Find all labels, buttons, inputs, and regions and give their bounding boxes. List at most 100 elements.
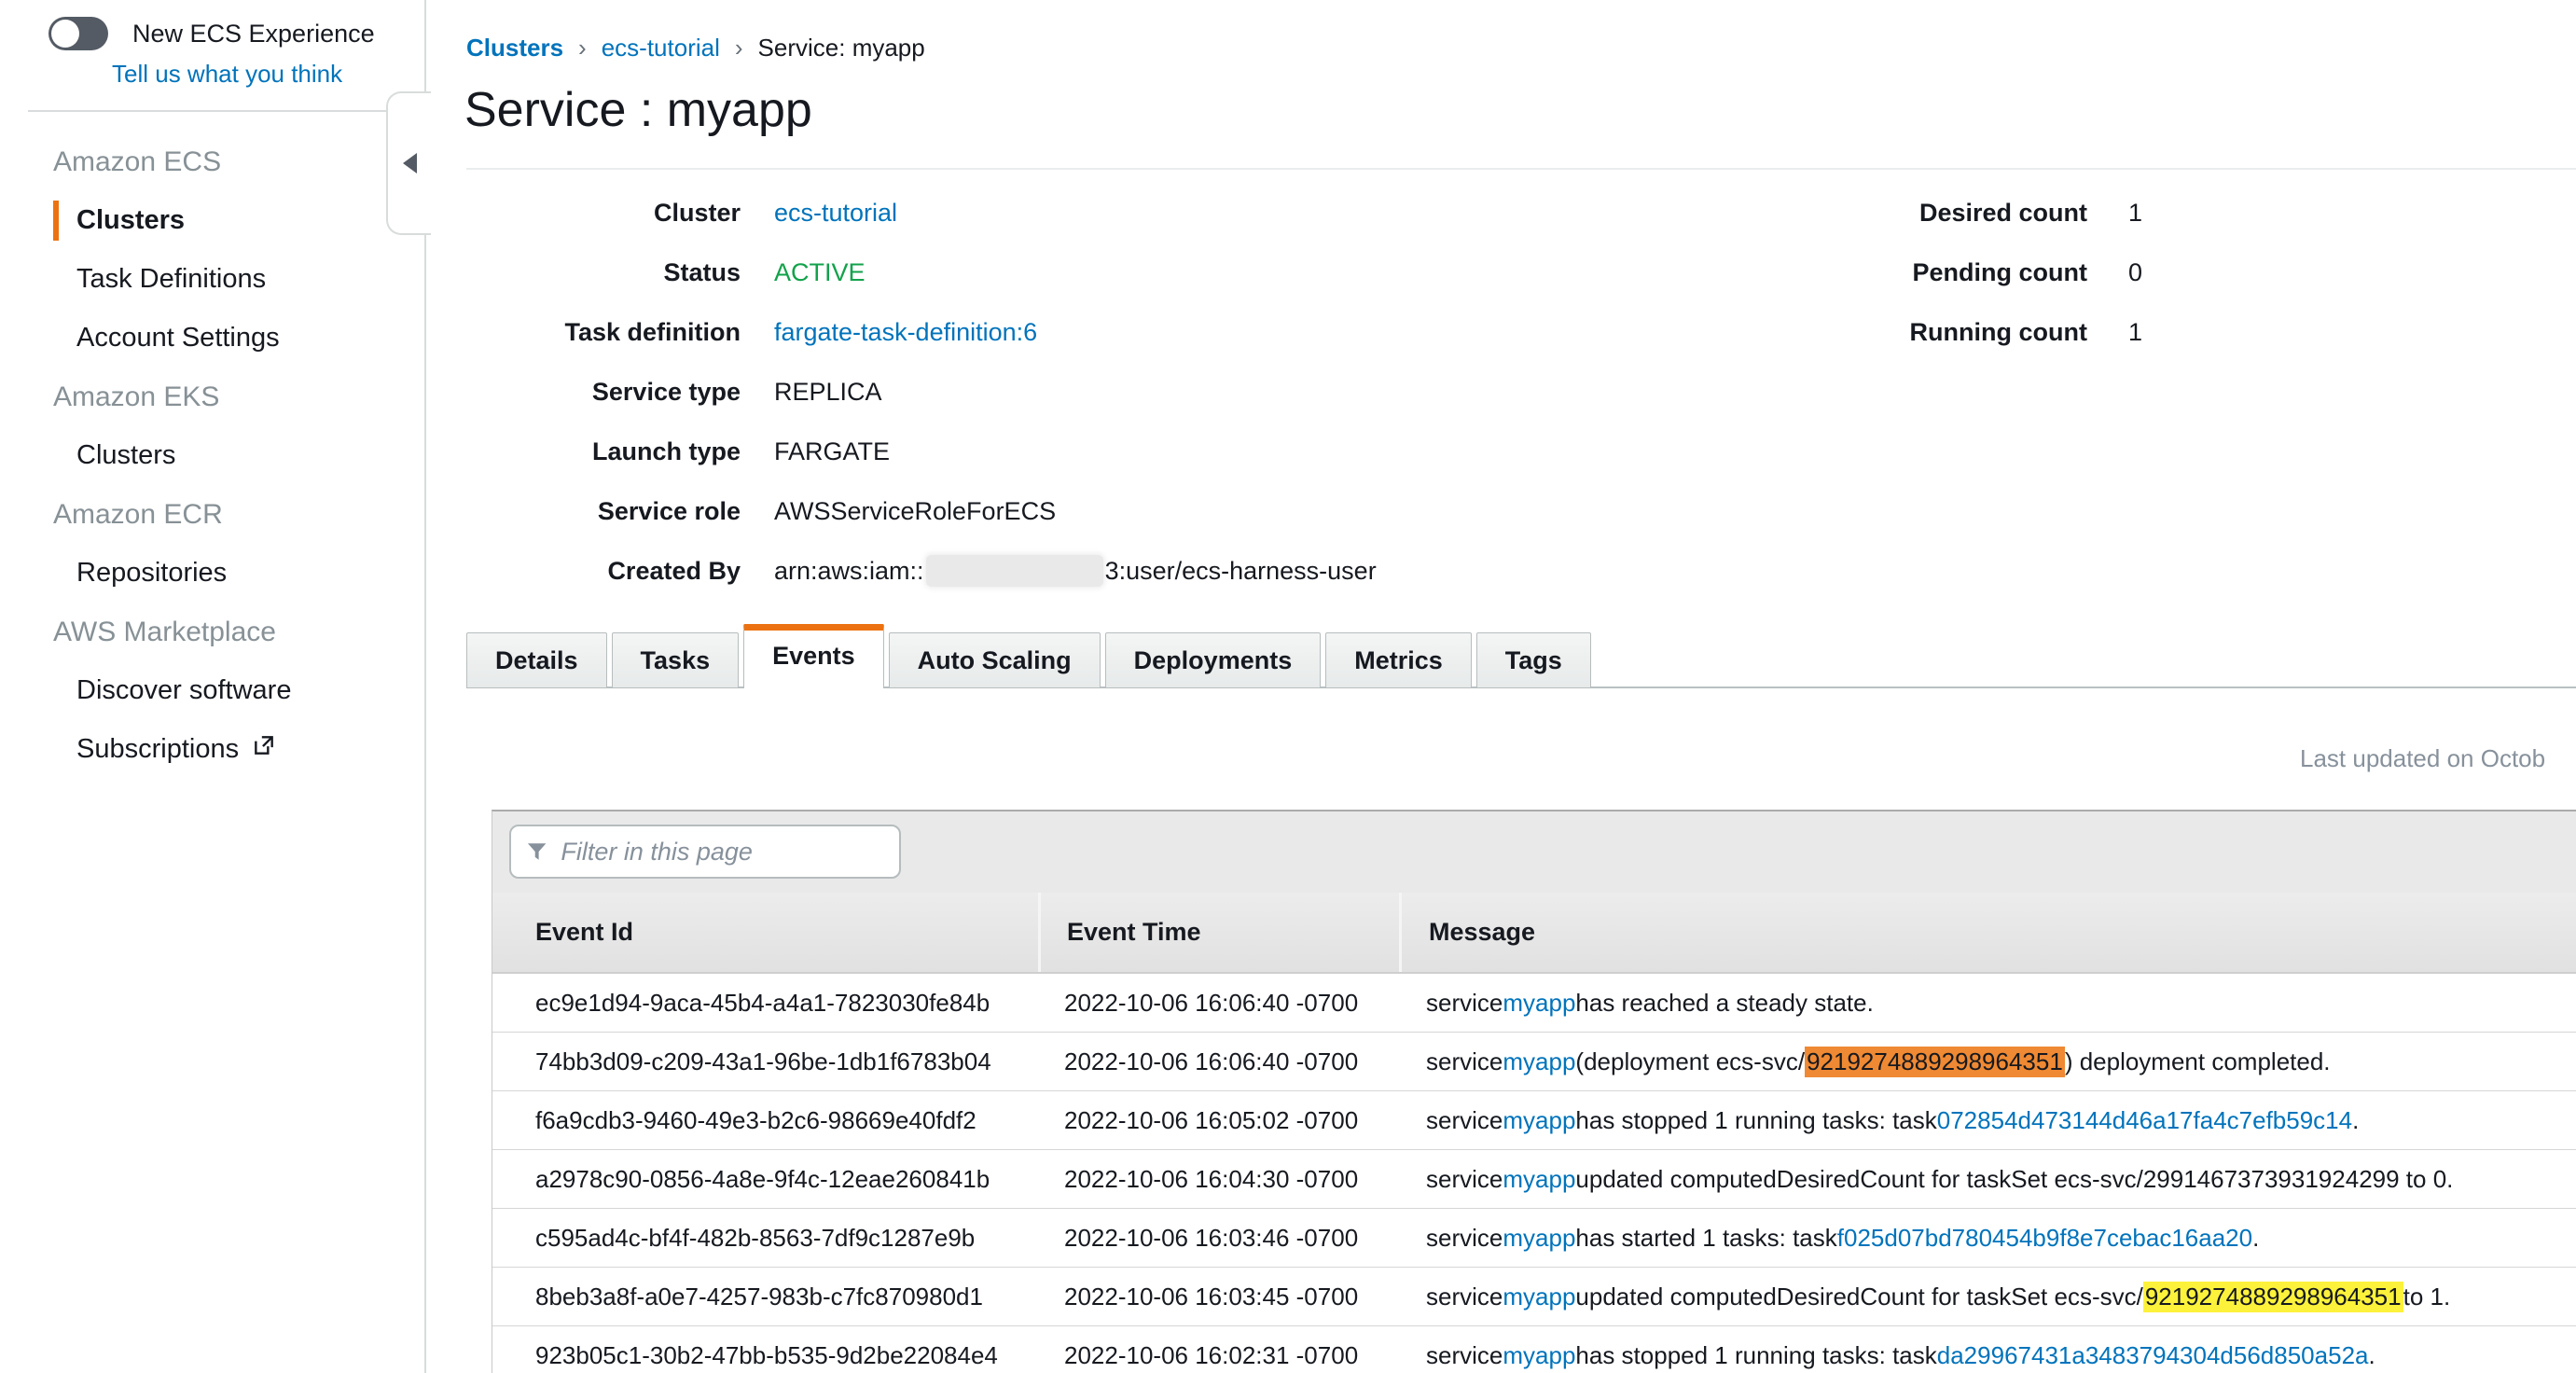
event-id-cell: f6a9cdb3-9460-49e3-b2c6-98669e40fdf2: [492, 1091, 1038, 1149]
sidebar-item-discover-software[interactable]: Discover software: [0, 661, 422, 720]
feedback-link[interactable]: Tell us what you think: [112, 60, 342, 89]
message-link[interactable]: myapp: [1503, 989, 1575, 1018]
message-text: service: [1426, 1165, 1503, 1194]
event-time-cell: 2022-10-06 16:06:40 -0700: [1038, 974, 1399, 1032]
tab-deployments[interactable]: Deployments: [1105, 632, 1322, 688]
new-ecs-experience-label: New ECS Experience: [132, 20, 375, 49]
message-cell: service myapp updated computedDesiredCou…: [1399, 1150, 2576, 1208]
count-label: Desired count: [1828, 199, 2087, 228]
tab-events[interactable]: Events: [743, 624, 884, 688]
sidebar-item-task-definitions[interactable]: Task Definitions: [0, 250, 422, 309]
message-text: .: [2352, 1106, 2359, 1135]
detail-row-launch-type: Launch typeFARGATE: [466, 422, 1377, 481]
new-ecs-experience-toggle[interactable]: [48, 17, 108, 50]
message-cell: service myapp has stopped 1 running task…: [1399, 1091, 2576, 1149]
event-id-cell: c595ad4c-bf4f-482b-8563-7df9c1287e9b: [492, 1209, 1038, 1267]
detail-text: FARGATE: [774, 437, 890, 466]
event-id-cell: 923b05c1-30b2-47bb-b535-9d2be22084e4: [492, 1326, 1038, 1373]
detail-value-status: ACTIVE: [774, 258, 866, 287]
event-row: 923b05c1-30b2-47bb-b535-9d2be22084e42022…: [492, 1326, 2576, 1373]
sidebar: New ECS Experience Tell us what you thin…: [0, 0, 426, 1373]
message-link[interactable]: f025d07bd780454b9f8e7cebac16aa20: [1837, 1224, 2252, 1253]
event-row: c595ad4c-bf4f-482b-8563-7df9c1287e9b2022…: [492, 1209, 2576, 1268]
detail-value-task-definition: fargate-task-definition:6: [774, 318, 1037, 347]
title-divider: [466, 168, 2576, 170]
message-text: has stopped 1 running tasks: task: [1575, 1341, 1936, 1370]
message-link[interactable]: myapp: [1503, 1106, 1575, 1135]
message-link[interactable]: da29967431a3483794304d56d850a52a: [1937, 1341, 2369, 1370]
tab-tasks[interactable]: Tasks: [612, 632, 740, 688]
breadcrumb-current-service-myapp: Service: myapp: [758, 34, 925, 62]
breadcrumb: Clusters›ecs-tutorial›Service: myapp: [466, 34, 925, 62]
message-text: .: [2252, 1224, 2259, 1253]
message-text: service: [1426, 1106, 1503, 1135]
breadcrumb-link-ecs-tutorial[interactable]: ecs-tutorial: [602, 34, 720, 62]
events-table-header: Event IdEvent TimeMessage: [492, 893, 2576, 974]
event-time-cell: 2022-10-06 16:02:31 -0700: [1038, 1326, 1399, 1373]
sidebar-collapse-button[interactable]: [386, 91, 431, 235]
event-id-cell: 74bb3d09-c209-43a1-96be-1db1f6783b04: [492, 1033, 1038, 1090]
detail-row-status: StatusACTIVE: [466, 243, 1377, 302]
message-link[interactable]: myapp: [1503, 1224, 1575, 1253]
active-item-bar: [53, 201, 59, 241]
count-value: 0: [2128, 258, 2142, 287]
sidebar-section-amazon-ecs: Amazon ECS: [0, 132, 422, 191]
count-row-running-count: Running count1: [1828, 302, 2142, 362]
tab-metrics[interactable]: Metrics: [1325, 632, 1472, 688]
ecs-console-screen: New ECS Experience Tell us what you thin…: [0, 0, 2576, 1373]
sidebar-item-repositories[interactable]: Repositories: [0, 544, 422, 603]
sidebar-divider: [28, 110, 392, 112]
sidebar-item-clusters[interactable]: Clusters: [0, 191, 422, 250]
count-row-pending-count: Pending count 0: [1828, 243, 2142, 302]
event-row: ec9e1d94-9aca-45b4-a4a1-7823030fe84b2022…: [492, 974, 2576, 1033]
message-text: (deployment ecs-svc/: [1575, 1047, 1805, 1076]
detail-value-service-type: REPLICA: [774, 378, 882, 407]
message-text: to 1.: [2403, 1283, 2451, 1311]
count-label: Pending count: [1828, 258, 2087, 287]
message-link[interactable]: myapp: [1503, 1047, 1575, 1076]
tab-details[interactable]: Details: [466, 632, 607, 688]
filter-box[interactable]: [509, 825, 901, 879]
message-text: service: [1426, 1283, 1503, 1311]
event-time-cell: 2022-10-06 16:03:45 -0700: [1038, 1268, 1399, 1325]
breadcrumb-link-clusters[interactable]: Clusters: [466, 34, 563, 62]
detail-label: Service role: [466, 497, 741, 526]
events-panel: Event IdEvent TimeMessage ec9e1d94-9aca-…: [492, 810, 2576, 1373]
message-text: has reached a steady state.: [1575, 989, 1873, 1018]
count-label: Running count: [1828, 318, 2087, 347]
message-text: .: [2368, 1341, 2375, 1370]
message-text: service: [1426, 1341, 1503, 1370]
service-counts: Desired count 1 Pending count 0 Running coun…: [1828, 183, 2142, 362]
sidebar-item-label: Clusters: [76, 426, 175, 485]
sidebar-item-clusters[interactable]: Clusters: [0, 426, 422, 485]
message-link[interactable]: myapp: [1503, 1283, 1575, 1311]
detail-row-service-role: Service roleAWSServiceRoleForECS: [466, 481, 1377, 541]
filter-funnel-icon: [526, 839, 547, 864]
count-row-desired-count: Desired count 1: [1828, 183, 2142, 243]
sidebar-item-label: Task Definitions: [76, 250, 266, 309]
detail-link[interactable]: fargate-task-definition:6: [774, 318, 1037, 347]
message-link[interactable]: myapp: [1503, 1341, 1575, 1370]
sidebar-item-account-settings[interactable]: Account Settings: [0, 309, 422, 368]
message-link[interactable]: myapp: [1503, 1165, 1575, 1194]
redacted-account-id: [926, 555, 1103, 587]
message-link[interactable]: 072854d473144d46a17fa4c7efb59c14: [1937, 1106, 2352, 1135]
event-row: a2978c90-0856-4a8e-9f4c-12eae260841b2022…: [492, 1150, 2576, 1209]
tab-auto-scaling[interactable]: Auto Scaling: [889, 632, 1101, 688]
created-by-suffix: 3:user/ecs-harness-user: [1105, 557, 1377, 586]
detail-link[interactable]: ecs-tutorial: [774, 199, 897, 228]
sidebar-item-subscriptions[interactable]: Subscriptions: [0, 720, 422, 779]
filter-input[interactable]: [559, 837, 884, 867]
event-time-cell: 2022-10-06 16:05:02 -0700: [1038, 1091, 1399, 1149]
count-value: 1: [2128, 199, 2142, 228]
detail-label: Task definition: [466, 318, 741, 347]
sidebar-item-label: Repositories: [76, 544, 227, 603]
last-updated-text: Last updated on Octob: [2300, 744, 2545, 773]
event-id-cell: ec9e1d94-9aca-45b4-a4a1-7823030fe84b: [492, 974, 1038, 1032]
event-time-cell: 2022-10-06 16:06:40 -0700: [1038, 1033, 1399, 1090]
detail-label: Cluster: [466, 199, 741, 228]
new-experience-toggle-row: New ECS Experience: [48, 17, 375, 50]
event-row: 74bb3d09-c209-43a1-96be-1db1f6783b042022…: [492, 1033, 2576, 1091]
detail-row-cluster: Cluster ecs-tutorial: [466, 183, 1377, 243]
tab-tags[interactable]: Tags: [1476, 632, 1591, 688]
